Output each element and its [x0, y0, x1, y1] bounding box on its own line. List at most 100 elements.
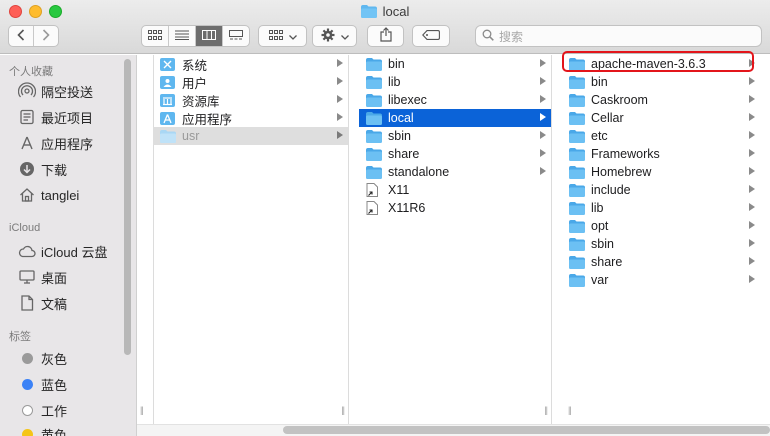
sidebar-item-label: 桌面: [41, 270, 68, 286]
chevron-right-icon: [540, 167, 546, 175]
chevron-right-icon: [540, 113, 546, 121]
sidebar-item-home[interactable]: tanglei: [18, 185, 79, 205]
share-button[interactable]: [367, 25, 404, 47]
list-item[interactable]: Caskroom: [562, 91, 760, 109]
list-item-label: X11R6: [388, 201, 426, 215]
tag-color-dot: [18, 375, 36, 393]
search-field[interactable]: 搜索: [475, 25, 762, 47]
list-item[interactable]: 应用程序: [153, 109, 348, 127]
list-item[interactable]: var: [562, 271, 760, 289]
chevron-right-icon: [749, 95, 755, 103]
sidebar-tag-gray[interactable]: 灰色: [18, 348, 67, 368]
sidebar-item-applications[interactable]: 应用程序: [18, 133, 93, 153]
documents-icon: [18, 294, 36, 312]
alias-icon: [366, 183, 383, 197]
list-item[interactable]: opt: [562, 217, 760, 235]
list-item[interactable]: etc: [562, 127, 760, 145]
list-item-label: sbin: [591, 237, 614, 251]
sidebar-item-label: tanglei: [41, 187, 80, 203]
column-view-button[interactable]: [195, 26, 223, 46]
sidebar-scrollbar[interactable]: [124, 59, 131, 355]
list-view-button[interactable]: [169, 26, 196, 46]
chevron-right-icon: [337, 113, 343, 121]
list-item-label: share: [591, 255, 623, 269]
downloads-icon: [18, 160, 36, 178]
chevron-right-icon: [337, 95, 343, 103]
sidebar-item-airdrop[interactable]: 隔空投送: [18, 81, 93, 101]
list-item[interactable]: X11R6: [359, 199, 551, 217]
desktop-icon: [18, 268, 36, 286]
list-item[interactable]: 用户: [153, 73, 348, 91]
chevron-down-icon: [288, 29, 297, 43]
list-item[interactable]: lib: [562, 199, 760, 217]
forward-button[interactable]: [34, 26, 58, 46]
horizontal-scrollbar[interactable]: [283, 426, 770, 434]
list-item-label: opt: [591, 219, 609, 233]
list-item[interactable]: 系统: [153, 55, 348, 73]
list-item[interactable]: Cellar: [562, 109, 760, 127]
sidebar-item-downloads[interactable]: 下载: [18, 159, 67, 179]
list-item[interactable]: sbin: [562, 235, 760, 253]
list-item[interactable]: 资源库: [153, 91, 348, 109]
folder-icon: [569, 219, 586, 233]
users-folder-icon: [160, 75, 177, 89]
edit-tags-button[interactable]: [412, 25, 450, 47]
chevron-right-icon: [337, 131, 343, 139]
sidebar-tag-work[interactable]: 工作: [18, 400, 67, 420]
sidebar-tag-yellow[interactable]: 黄色: [18, 424, 67, 436]
column-resize-handle[interactable]: ||: [341, 405, 345, 415]
chevron-right-icon: [749, 113, 755, 121]
list-item[interactable]: local: [359, 109, 551, 127]
gear-icon: [321, 28, 335, 45]
column-resize-handle[interactable]: ||: [544, 405, 548, 415]
list-item[interactable]: X11: [359, 181, 551, 199]
applications-icon: [18, 134, 36, 152]
column-resize-handle[interactable]: ||: [140, 405, 144, 415]
sidebar-item-label: 下载: [41, 162, 68, 178]
list-item[interactable]: sbin: [359, 127, 551, 145]
alias-icon: [366, 201, 383, 215]
list-item[interactable]: share: [562, 253, 760, 271]
search-placeholder: 搜索: [499, 29, 524, 44]
list-item[interactable]: lib: [359, 73, 551, 91]
action-menu-button[interactable]: [312, 25, 357, 47]
back-button[interactable]: [9, 26, 34, 46]
sidebar-item-label: 应用程序: [41, 136, 94, 152]
list-item[interactable]: include: [562, 181, 760, 199]
group-by-button[interactable]: [258, 25, 307, 47]
icon-view-button[interactable]: [142, 26, 169, 46]
chevron-down-icon: [340, 29, 349, 43]
list-item[interactable]: bin: [562, 73, 760, 91]
chevron-right-icon: [749, 239, 755, 247]
list-item[interactable]: usr: [153, 127, 348, 145]
list-item-label: var: [591, 273, 609, 287]
folder-icon: [366, 57, 383, 71]
chevron-right-icon: [749, 131, 755, 139]
list-item[interactable]: standalone: [359, 163, 551, 181]
sidebar-item-label: iCloud 云盘: [41, 244, 108, 260]
list-item[interactable]: libexec: [359, 91, 551, 109]
folder-icon: [366, 75, 383, 89]
system-folder-icon: [160, 57, 177, 71]
tag-icon: [422, 29, 440, 43]
sidebar-tag-blue[interactable]: 蓝色: [18, 374, 67, 394]
gallery-view-button[interactable]: [223, 26, 250, 46]
list-item-label: include: [591, 183, 631, 197]
folder-icon: [569, 111, 586, 125]
tag-color-dot: [18, 401, 36, 419]
list-item-label: Frameworks: [591, 147, 660, 161]
list-item[interactable]: bin: [359, 55, 551, 73]
sidebar-item-icloud-drive[interactable]: iCloud 云盘: [18, 241, 107, 261]
home-icon: [18, 186, 36, 204]
sidebar-item-label: 黄色: [41, 427, 68, 436]
list-item[interactable]: Frameworks: [562, 145, 760, 163]
sidebar-item-desktop[interactable]: 桌面: [18, 267, 67, 287]
search-icon: [482, 29, 494, 44]
list-item[interactable]: share: [359, 145, 551, 163]
list-item-label: Homebrew: [591, 165, 652, 179]
sidebar-item-recents[interactable]: 最近项目: [18, 107, 93, 127]
sidebar-item-documents[interactable]: 文稿: [18, 293, 67, 313]
column-resize-handle[interactable]: ||: [568, 405, 572, 415]
chevron-left-icon: [17, 28, 25, 44]
list-item[interactable]: Homebrew: [562, 163, 760, 181]
